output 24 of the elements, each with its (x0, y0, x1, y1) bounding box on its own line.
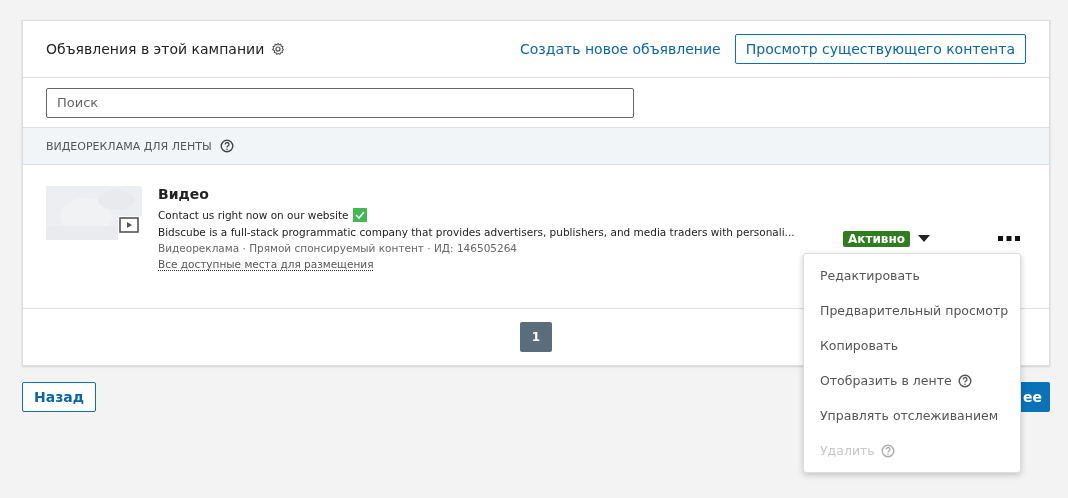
browse-content-button[interactable]: Просмотр существующего контента (734, 34, 1026, 64)
create-ad-link[interactable]: Создать новое объявление (520, 41, 721, 57)
ad-headline: Contact us right now on our website (158, 209, 349, 221)
page-button[interactable]: 1 (520, 322, 552, 352)
ad-meta: Видеореклама · Прямой спонсируемый контент · ИД: 146505264 (158, 242, 519, 254)
caret-icon[interactable] (917, 235, 930, 243)
menu-item[interactable]: Предварительный просмотр (804, 293, 1020, 328)
video-icon (119, 217, 139, 233)
menu-item[interactable]: Управлять отслеживанием (804, 398, 1020, 433)
settings-icon[interactable] (271, 42, 286, 56)
help-icon[interactable] (957, 373, 972, 388)
placements-link[interactable]: Все доступные места для размещения (158, 258, 374, 271)
back-button[interactable]: Назад (22, 382, 97, 412)
help-icon[interactable] (219, 139, 234, 153)
card-title: Объявления в этой кампании (46, 41, 265, 57)
ad-title: Видео (158, 186, 210, 202)
section-title: ВИДЕОРЕКЛАМА ДЛЯ ЛЕНТЫ (46, 139, 212, 153)
status-badge: Активно (843, 231, 910, 247)
ad-description: Bidscube is a full-stack programmatic company that provides advertisers, publishers, and media traders with personali... (158, 226, 796, 238)
more-icon[interactable] (998, 236, 1020, 241)
menu-item[interactable]: Копировать (804, 328, 1020, 363)
menu-item[interactable]: Отобразить в ленте (804, 363, 1020, 398)
search-field[interactable]: Поиск (46, 87, 634, 118)
menu-item[interactable]: Редактировать (804, 258, 1020, 293)
